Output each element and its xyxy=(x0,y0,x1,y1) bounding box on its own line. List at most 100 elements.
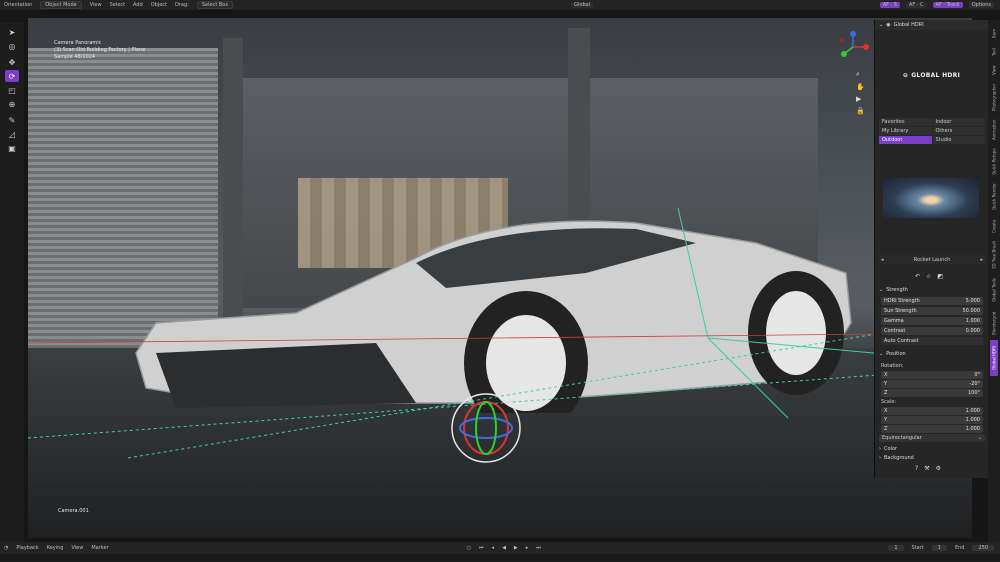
tab-quick-retopo[interactable]: Quick Retopo xyxy=(990,146,998,178)
af-c-toggle[interactable]: AF · C xyxy=(905,2,927,8)
transform-orientation[interactable]: Global xyxy=(571,2,594,8)
menu-add[interactable]: Add xyxy=(133,2,143,8)
reset-icon[interactable]: ↶ xyxy=(915,273,920,280)
image-icon[interactable]: ◩ xyxy=(937,273,943,280)
rotate-icon[interactable]: ⟳ xyxy=(5,70,19,82)
scale-y-field[interactable]: Y 1.000 xyxy=(881,416,983,424)
viewport-info: Camera Panoramic (3) Scan Old Building F… xyxy=(54,40,145,61)
record-icon[interactable]: ○ xyxy=(467,545,471,551)
tab-item[interactable]: Item xyxy=(990,24,998,42)
logo-text: GLOBAL HDRI xyxy=(911,71,961,79)
play-icon[interactable]: ▶ xyxy=(514,545,518,551)
start-frame-field[interactable]: 1 xyxy=(931,545,947,551)
pan-hand-icon[interactable]: ✋ xyxy=(856,83,865,91)
gamma-field[interactable]: Gamma 1.000 xyxy=(881,317,983,325)
select-cursor-icon[interactable]: ➤ xyxy=(5,26,19,38)
settings-gear-icon[interactable]: ⚙ xyxy=(936,465,941,472)
add-cube-icon[interactable]: ▣ xyxy=(5,142,19,154)
rotation-x-field[interactable]: X 0° xyxy=(881,371,983,379)
logo-mark-icon: ⊖ xyxy=(902,71,909,79)
hdri-actions: ↶ ☆ ◩ xyxy=(915,273,943,280)
tab-create[interactable]: Create xyxy=(990,216,998,236)
scale-x-label: X xyxy=(884,408,888,414)
category-my-library[interactable]: My Library xyxy=(879,127,932,135)
menu-view[interactable]: View xyxy=(90,2,102,8)
tab-animation[interactable]: Animation xyxy=(990,116,998,144)
next-key-icon[interactable]: ▸ xyxy=(526,545,529,551)
category-others[interactable]: Others xyxy=(932,127,985,135)
axis-gizmo[interactable] xyxy=(836,30,870,64)
tab-view[interactable]: View xyxy=(990,62,998,78)
tool-shelf: ➤ ◎ ✥ ⟳ ◰ ⊕ ✎ ◿ ▣ xyxy=(0,22,24,544)
tab-quick-render[interactable]: Quick Render xyxy=(990,180,998,214)
play-reverse-icon[interactable]: ◀ xyxy=(502,545,506,551)
tab-3d-tree-brush[interactable]: 3D Tree Brush xyxy=(990,238,998,272)
keying-menu[interactable]: Keying xyxy=(47,545,64,551)
marker-menu[interactable]: Marker xyxy=(91,545,108,551)
scale-y-label: Y xyxy=(884,417,888,423)
select-box-dropdown[interactable]: Select Box xyxy=(196,1,234,9)
jump-end-icon[interactable]: ⏭ xyxy=(536,545,541,551)
end-frame-field[interactable]: 250 xyxy=(972,545,994,551)
mode-dropdown[interactable]: Object Mode xyxy=(40,1,82,9)
rotation-z-field[interactable]: Z 100° xyxy=(881,389,983,397)
scale-z-field[interactable]: Z 1.000 xyxy=(881,425,983,433)
prev-hdri-icon[interactable]: ◂ xyxy=(881,257,884,263)
tab-global-tools[interactable]: Global Tools xyxy=(990,274,998,306)
tab-tool[interactable]: Tool xyxy=(990,44,998,60)
render-sample-text: Sample 48/1024 xyxy=(54,54,96,60)
hdri-strength-label: HDRI Strength xyxy=(884,298,920,304)
help-icon[interactable]: ? xyxy=(915,465,918,472)
menu-object[interactable]: Object xyxy=(151,2,167,8)
chevron-down-icon: ⌄ xyxy=(879,22,884,28)
camera-view-icon[interactable]: ▶ xyxy=(856,95,865,103)
auto-contrast-toggle[interactable]: Auto Contrast xyxy=(881,337,983,345)
position-section-header[interactable]: ⌄ Position xyxy=(879,350,985,358)
scale-icon[interactable]: ◰ xyxy=(5,84,19,96)
af-s-toggle[interactable]: AF · S xyxy=(879,2,900,8)
projection-dropdown[interactable]: Equirectangular ⌄ xyxy=(879,434,985,442)
tab-blendergrid[interactable]: Blendergrid xyxy=(990,308,998,338)
tab-photographer[interactable]: Photographer xyxy=(990,80,998,114)
view-menu[interactable]: View xyxy=(71,545,83,551)
current-frame-field[interactable]: 1 xyxy=(888,545,904,551)
hdri-strength-field[interactable]: HDRI Strength 5.000 xyxy=(881,297,983,305)
background-section-header[interactable]: › Background xyxy=(879,454,985,462)
category-favorites[interactable]: Favorites xyxy=(879,118,932,126)
next-hdri-icon[interactable]: ▸ xyxy=(980,257,983,263)
category-studio[interactable]: Studio xyxy=(932,136,985,144)
af-track-toggle[interactable]: AF · Track xyxy=(932,2,963,8)
rotation-x-label: X xyxy=(884,372,888,378)
category-indoor[interactable]: Indoor xyxy=(932,118,985,126)
tab-global-hdri[interactable]: Global HDRI xyxy=(990,340,998,376)
timeline-editor-icon[interactable]: ◔ xyxy=(4,545,8,551)
options-button[interactable]: Options xyxy=(968,2,994,8)
rotate-gizmo[interactable] xyxy=(446,388,526,468)
star-icon[interactable]: ☆ xyxy=(926,273,931,280)
contrast-field[interactable]: Contrast 0.000 xyxy=(881,327,983,335)
scale-x-field[interactable]: X 1.000 xyxy=(881,407,983,415)
tools-icon[interactable]: ⚒ xyxy=(924,465,929,472)
panel-header[interactable]: ⌄ ◉ Global HDRI xyxy=(875,20,988,30)
lock-icon[interactable]: 🔒 xyxy=(856,107,865,115)
transform-icon[interactable]: ⊕ xyxy=(5,98,19,110)
rotation-y-field[interactable]: Y -20° xyxy=(881,380,983,388)
sun-strength-field[interactable]: Sun Strength 50.000 xyxy=(881,307,983,315)
3d-viewport[interactable]: Camera Panoramic (3) Scan Old Building F… xyxy=(28,18,972,538)
annotate-icon[interactable]: ✎ xyxy=(5,114,19,126)
measure-icon[interactable]: ◿ xyxy=(5,128,19,140)
orientation-label[interactable]: Orientation xyxy=(4,2,32,8)
move-icon[interactable]: ✥ xyxy=(5,56,19,68)
strength-section-header[interactable]: ⌄ Strength xyxy=(879,286,985,294)
zoom-icon[interactable]: ⌕ xyxy=(856,70,865,79)
category-outdoor[interactable]: Outdoor xyxy=(879,136,932,144)
cursor-icon[interactable]: ◎ xyxy=(5,40,19,52)
playback-menu[interactable]: Playback xyxy=(16,545,38,551)
color-section-header[interactable]: › Color xyxy=(879,445,985,453)
prev-key-icon[interactable]: ◂ xyxy=(492,545,495,551)
status-bar xyxy=(0,554,1000,562)
hdri-thumbnail[interactable] xyxy=(883,178,979,218)
menu-select[interactable]: Select xyxy=(110,2,125,8)
jump-start-icon[interactable]: ⏮ xyxy=(479,545,484,551)
scene-name-text: (3) Scan Old Building Factory | Plane xyxy=(54,47,146,53)
